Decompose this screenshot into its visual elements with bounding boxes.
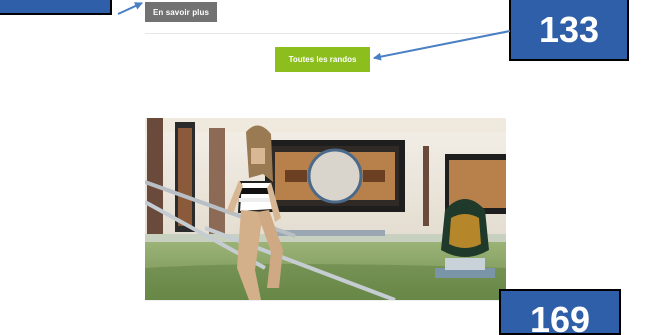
photo-caption-area (145, 300, 506, 329)
spa-scene-illustration (145, 118, 506, 300)
spa-pool-photo (145, 118, 506, 300)
arrow-to-learn-more (117, 2, 143, 15)
arrow-to-all-hikes (373, 30, 511, 61)
annotation-callout-169: 169 (499, 289, 621, 335)
callout-number: 169 (529, 299, 591, 335)
